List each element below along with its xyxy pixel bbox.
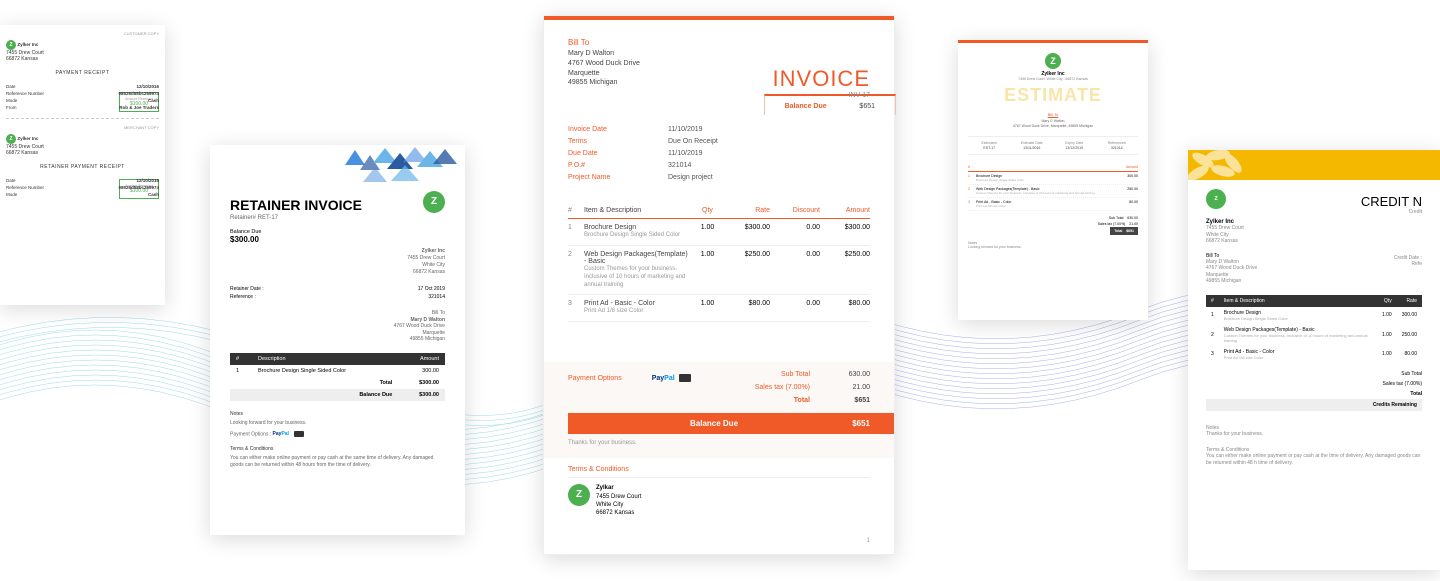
line-item: 2 Web Design Packages(Template) - BasicC…	[568, 246, 870, 295]
line-item: 3 Print Ad - Basic - ColorPrint Ad 1/8 s…	[568, 295, 870, 322]
line-items-header: # Item & Description Qty Rate Discount A…	[568, 203, 870, 219]
bill-to-address: Bill To Mary D Walton 4767 Wood Duck Dri…	[230, 310, 445, 343]
total-label: Total	[710, 397, 810, 404]
retainer-title: RETAINER INVOICE	[230, 197, 445, 213]
credit-note-document: CREDIT N Credit Z Zylker Inc 7455 Drew C…	[1188, 150, 1440, 570]
page-number: 1	[867, 538, 870, 544]
table-row: 3Print Ad - Basic - ColorPrint Ad 1/8 si…	[1206, 346, 1422, 363]
tax-value: 21.00	[810, 384, 870, 391]
company-block: Z Zylkar 7455 Drew Court White City 6687…	[568, 484, 870, 518]
subtotal-label: Sub Total	[710, 371, 810, 378]
bill-to-address: Mary D Walton 4767 Wood Duck Drive, Marq…	[968, 119, 1138, 128]
company-logo-icon: Z	[6, 40, 16, 50]
company-logo-icon: Z	[423, 191, 445, 213]
estimate-document: Z Zylker Inc 7455 Drew Court, White City…	[958, 40, 1148, 320]
receipt-title: PAYMENT RECEIPT	[6, 70, 159, 76]
line-items-table: #DescriptionAmount 1Brochure Design Sing…	[230, 353, 445, 401]
terms-text: You can either make online payment or pa…	[1206, 453, 1422, 466]
company-logo-icon: Z	[6, 134, 16, 144]
reference-value: 321014	[428, 294, 445, 300]
notes-heading: Notes	[230, 411, 445, 418]
decorative-header	[1188, 150, 1440, 180]
company-address: 7455 Drew Court White City 66872 Kansas	[1206, 225, 1422, 245]
totals: Sub Total 630.00 Sales tax (7.00%) 21.00…	[968, 215, 1138, 235]
retainer-receipt-title: RETAINER PAYMENT RECEIPT	[6, 164, 159, 170]
table-row: 1Brochure DesignBrochure Design Single S…	[1206, 307, 1422, 324]
credit-note-subtitle: Credit	[1206, 209, 1422, 215]
company-logo-icon: Z	[1045, 53, 1061, 69]
tax-label: Sales tax (7.00%)	[710, 384, 810, 391]
company-logo-icon: Z	[568, 484, 590, 506]
line-items-table: #Item & DescriptionQtyRate 1Brochure Des…	[1206, 295, 1422, 363]
decorative-triangles	[210, 145, 465, 185]
merchant-copy-label: MERCHANT COPY	[6, 125, 159, 130]
bill-to-label: Bill To	[568, 38, 870, 47]
line-item: 1Brochure DesignBrochure Design Single S…	[968, 172, 1138, 185]
notes-text: Looking forward for your business.	[968, 245, 1138, 249]
paypal-icon: PayPal	[273, 431, 289, 438]
from-label: From	[6, 105, 17, 110]
totals-block: Payment Options PayPal Sub Total630.00 S…	[544, 362, 894, 458]
credit-card-icon	[679, 374, 691, 382]
company-address: 7455 Drew Court, White City , 66872 Kans…	[968, 77, 1138, 81]
customer-copy-label: CUSTOMER COPY	[6, 31, 159, 36]
date-value: 12/10/2016	[136, 84, 159, 89]
ref-value: 08526d58bc269974	[118, 91, 159, 96]
mode-label: Mode	[6, 98, 17, 103]
invoice-metadata: Invoice Date11/10/2019 TermsDue On Recei…	[568, 123, 870, 183]
thanks-message: Thanks for your business.	[568, 440, 870, 446]
from-value: Rob & Joe Traders	[119, 105, 159, 110]
estimate-metadata: Estimate#EST-17 Estimate Date13/11/2019 …	[968, 136, 1138, 155]
bill-to-label: Bill To	[968, 112, 1138, 117]
terms-heading: Terms & Conditions	[230, 446, 445, 453]
paypal-icon: PayPal	[652, 375, 675, 382]
credit-note-title: CREDIT N	[1206, 194, 1422, 209]
table-row: 2Web Design Packages(Template) - BasicCu…	[1206, 324, 1422, 346]
line-item: 2Web Design Packages(Template) - BasicCu…	[968, 185, 1138, 198]
company-name: Zylker Inc	[17, 42, 38, 47]
notes-text: Thanks for your business.	[1206, 431, 1422, 437]
invoice-document: Bill To Mary D Walton 4767 Wood Duck Dri…	[543, 15, 895, 555]
mode-value: Cash	[148, 98, 159, 103]
terms-text: You can either make online payment or pa…	[230, 455, 445, 469]
reference-label: Reference :	[230, 294, 256, 300]
totals: Sub Total Sales tax (7.00%) Total Credit…	[1206, 369, 1422, 411]
ref-label: Reference Number	[6, 91, 44, 96]
balance-due-bar: Balance Due $651	[568, 413, 894, 434]
terms-block: Terms & Conditions Z Zylkar 7455 Drew Co…	[544, 458, 894, 526]
retainer-invoice-document: RETAINER INVOICE Retainer# RET-17 Z Bala…	[210, 145, 465, 535]
table-row: 1Brochure Design Single Sided Color300.0…	[230, 365, 445, 377]
estimate-title: ESTIMATE	[968, 85, 1138, 106]
payment-receipt-document: CUSTOMER COPY Z Zylker Inc 7455 Drew Cou…	[0, 25, 165, 305]
retainer-number: Retainer# RET-17	[230, 215, 445, 221]
invoice-number: INV-17	[773, 92, 870, 99]
retainer-date-value: 17 Oct 2019	[418, 286, 445, 292]
company-name: Zylker Inc	[17, 136, 38, 141]
payment-options-label: Payment Options :	[230, 431, 271, 437]
bill-to-block: Bill To Mary D Walton 4767 Wood Duck Dri…	[1206, 253, 1422, 285]
line-item: 3Print Ad - Basic - ColorPrint Ad 1/8 si…	[968, 198, 1138, 211]
line-item: 1 Brochure DesignBrochure Design Single …	[568, 219, 870, 246]
invoice-title: INVOICE	[773, 66, 870, 92]
credit-card-icon	[294, 431, 304, 437]
subtotal-value: 630.00	[810, 371, 870, 378]
balance-due-value: $300.00	[230, 235, 259, 244]
terms-label: Terms & Conditions	[568, 466, 870, 478]
company-address: Zylker Inc 7455 Drew Court White City 66…	[230, 248, 445, 276]
company-address-line: 66872 Kansas	[6, 56, 38, 62]
company-logo-icon: Z	[1206, 189, 1226, 209]
date-label: Date	[6, 84, 16, 89]
dates-block: Credit Date : Refe	[1394, 255, 1422, 267]
retainer-date-label: Retainer Date :	[230, 286, 264, 292]
total-value: $651	[810, 397, 870, 404]
payment-options-label: Payment Options	[568, 375, 622, 382]
invoice-title-block: INVOICE INV-17	[773, 66, 870, 99]
notes-text: Looking forward for your business.	[230, 420, 445, 427]
